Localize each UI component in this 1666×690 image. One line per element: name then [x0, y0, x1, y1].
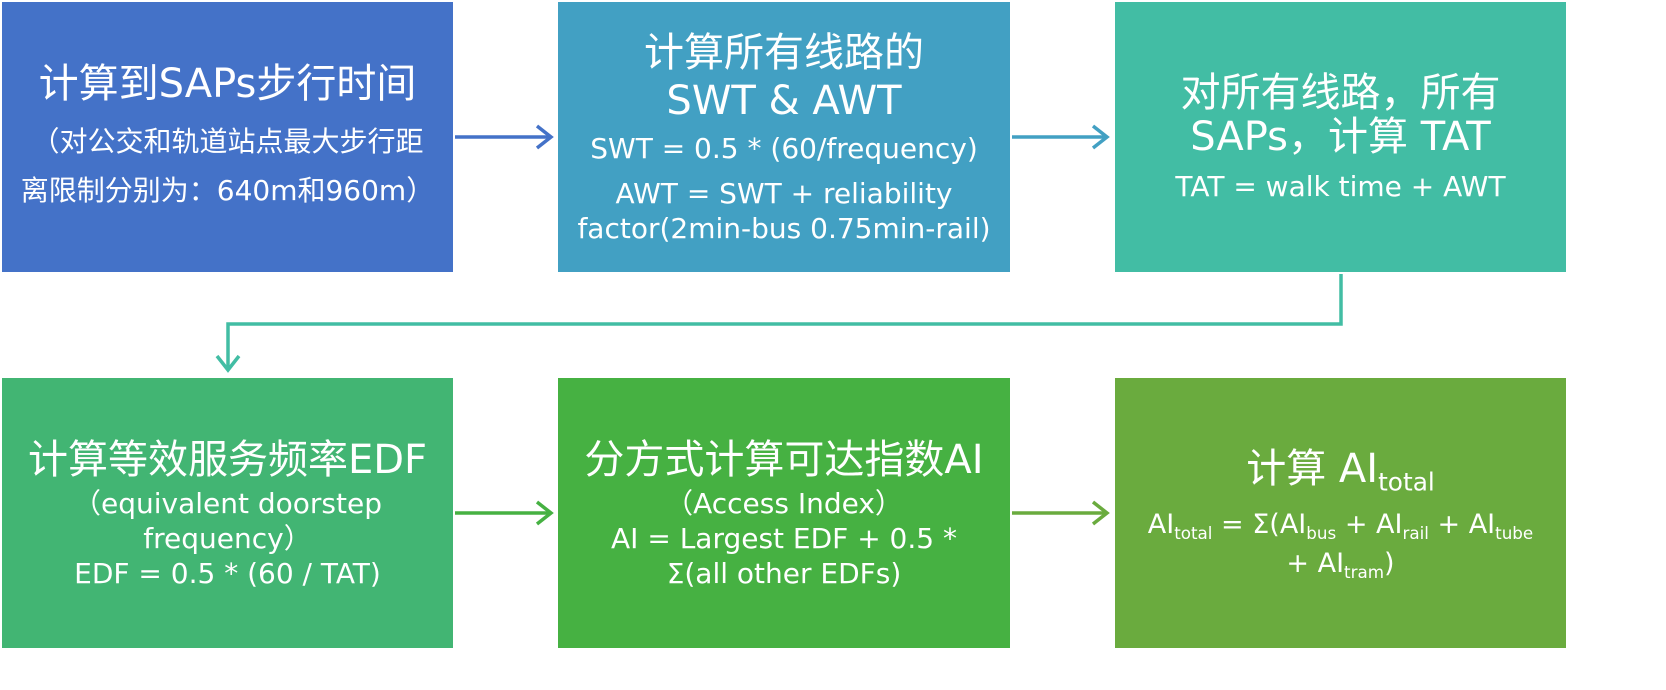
arrow-box2-to-box3 — [1012, 124, 1110, 150]
flow-connectors — [215, 124, 1343, 526]
arrow-box4-to-box5 — [455, 500, 554, 526]
arrow-box1-to-box2 — [455, 124, 554, 150]
arrow-box5-to-box6 — [1012, 500, 1110, 526]
connector-box3-to-box4 — [215, 274, 1343, 373]
